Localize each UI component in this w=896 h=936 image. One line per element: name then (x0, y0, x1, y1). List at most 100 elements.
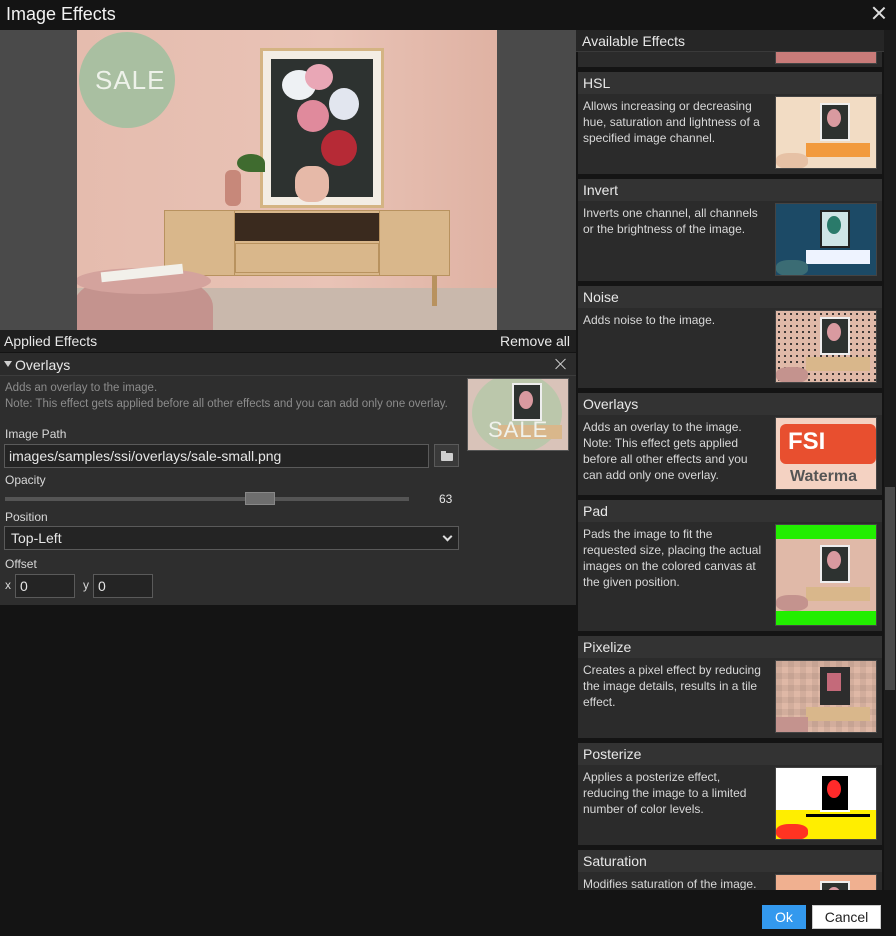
overlay-thumbnail: SALE (467, 378, 569, 451)
face (295, 166, 329, 202)
preview-photo: SALE (77, 30, 497, 330)
applied-effects-header: Applied Effects Remove all (0, 330, 576, 352)
opacity-value: 63 (439, 492, 453, 506)
thumb-flower (827, 551, 841, 569)
effect-thumbnail (775, 310, 877, 383)
thumb-sideboard (806, 143, 870, 157)
effect-thumbnail (775, 524, 877, 626)
offset-y-label: y (83, 578, 89, 592)
thumb-sideboard (806, 814, 870, 828)
effect-card-description: Creates a pixel effect by reducing the i… (583, 663, 761, 709)
collapse-triangle-icon[interactable] (4, 361, 12, 367)
thumb-image (776, 875, 876, 890)
thumb-image (776, 525, 876, 625)
effect-description-line2: Note: This effect gets applied before al… (5, 398, 448, 410)
thumb-image (776, 661, 876, 732)
thumb-flower (827, 216, 841, 234)
thumb-image: FSI Waterma (776, 418, 876, 489)
flower (321, 130, 357, 166)
available-effects-header: Available Effects (576, 30, 884, 52)
plant (237, 154, 265, 172)
effect-thumbnail (775, 874, 877, 890)
effect-card-description: Pads the image to fit the requested size… (583, 527, 762, 589)
effect-card-pad[interactable]: Pad Pads the image to fit the requested … (578, 500, 882, 631)
effect-thumbnail (775, 203, 877, 276)
flower (329, 88, 359, 120)
effects-scrollbar[interactable] (884, 30, 896, 890)
image-path-label: Image Path (5, 427, 67, 441)
fsi-logo-text: FSI (788, 428, 826, 455)
window-title: Image Effects (6, 4, 116, 24)
thumb-flower (827, 323, 841, 341)
title-bar: Image Effects (0, 0, 896, 30)
thumb-flower (519, 391, 533, 409)
close-icon[interactable] (872, 6, 886, 20)
offset-x-input[interactable] (15, 574, 75, 598)
effect-card-invert[interactable]: Invert Inverts one channel, all channels… (578, 179, 882, 281)
effect-card-description: Adds noise to the image. (583, 313, 716, 327)
effect-card-posterize[interactable]: Posterize Applies a posterize effect, re… (578, 743, 882, 845)
effect-thumbnail (775, 767, 877, 840)
effect-card-title: Saturation (578, 850, 882, 872)
thumb-image (776, 97, 876, 168)
flower (297, 100, 329, 132)
sideboard (164, 210, 450, 276)
effect-card-description: Adds an overlay to the image. Note: This… (583, 420, 748, 482)
sideboard-drawer (235, 243, 379, 273)
thumb-sideboard (806, 587, 870, 601)
effect-card-description: Inverts one channel, all channels or the… (583, 206, 758, 236)
thumb-sideboard (806, 707, 870, 721)
opacity-slider-track[interactable] (5, 497, 409, 501)
available-effects-list[interactable]: HSL Allows increasing or decreasing hue,… (576, 52, 884, 890)
thumb-image (776, 768, 876, 839)
effect-card-overlays[interactable]: Overlays Adds an overlay to the image. N… (578, 393, 882, 495)
thumb-flower (827, 673, 841, 691)
effect-card-hsl[interactable]: HSL Allows increasing or decreasing hue,… (578, 72, 882, 174)
thumb-flower (827, 780, 841, 798)
image-path-input[interactable] (4, 444, 429, 468)
sideboard-shelf (235, 213, 379, 241)
position-select[interactable]: Top-Left (4, 526, 459, 550)
effect-card-title: Pixelize (578, 636, 882, 658)
ok-button[interactable]: Ok (762, 905, 806, 929)
thumb-pouf (776, 260, 808, 275)
effect-card-pixelize[interactable]: Pixelize Creates a pixel effect by reduc… (578, 636, 882, 738)
browse-folder-icon[interactable] (434, 444, 459, 467)
position-label: Position (5, 510, 48, 524)
effect-card-noise[interactable]: Noise Adds noise to the image. (578, 286, 882, 388)
position-selected-value: Top-Left (11, 530, 62, 546)
applied-effects-label: Applied Effects (4, 333, 98, 349)
thumb-pouf (776, 595, 808, 611)
thumb-pouf (776, 717, 808, 732)
available-effects-label: Available Effects (582, 33, 685, 49)
effect-card-description: Allows increasing or decreasing hue, sat… (583, 99, 760, 145)
thumb-pouf (776, 367, 808, 382)
thumb-image (776, 311, 876, 382)
effect-card-title: Pad (578, 500, 882, 522)
effect-thumbnail: FSI Waterma (775, 417, 877, 490)
thumb-flower (827, 109, 841, 127)
thumb-pouf (776, 153, 808, 168)
effect-card-saturation[interactable]: Saturation Modifies saturation of the im… (578, 850, 882, 890)
remove-effect-icon[interactable] (555, 358, 567, 370)
effect-card-title: Overlays (578, 393, 882, 415)
effect-thumbnail (775, 96, 877, 169)
effect-card-description: Modifies saturation of the image. (583, 877, 757, 890)
effect-header[interactable]: Overlays (0, 353, 576, 376)
effect-card-title: HSL (578, 72, 882, 94)
thumb-image (776, 204, 876, 275)
effect-card-description: Applies a posterize effect, reducing the… (583, 770, 747, 816)
offset-y-input[interactable] (93, 574, 153, 598)
opacity-slider-handle[interactable] (244, 492, 275, 505)
effect-thumbnail (775, 660, 877, 733)
sale-overlay-text: SALE (95, 65, 166, 95)
cancel-button[interactable]: Cancel (812, 905, 881, 929)
effect-card-partial[interactable] (578, 52, 882, 67)
thumb-sideboard (806, 357, 870, 371)
watermark-text: Waterma (790, 468, 857, 485)
thumb-sideboard (806, 250, 870, 264)
offset-x-label: x (5, 578, 11, 592)
effect-description-line1: Adds an overlay to the image. (5, 382, 158, 394)
effects-scrollbar-thumb[interactable] (885, 487, 895, 690)
remove-all-button[interactable]: Remove all (500, 333, 570, 349)
